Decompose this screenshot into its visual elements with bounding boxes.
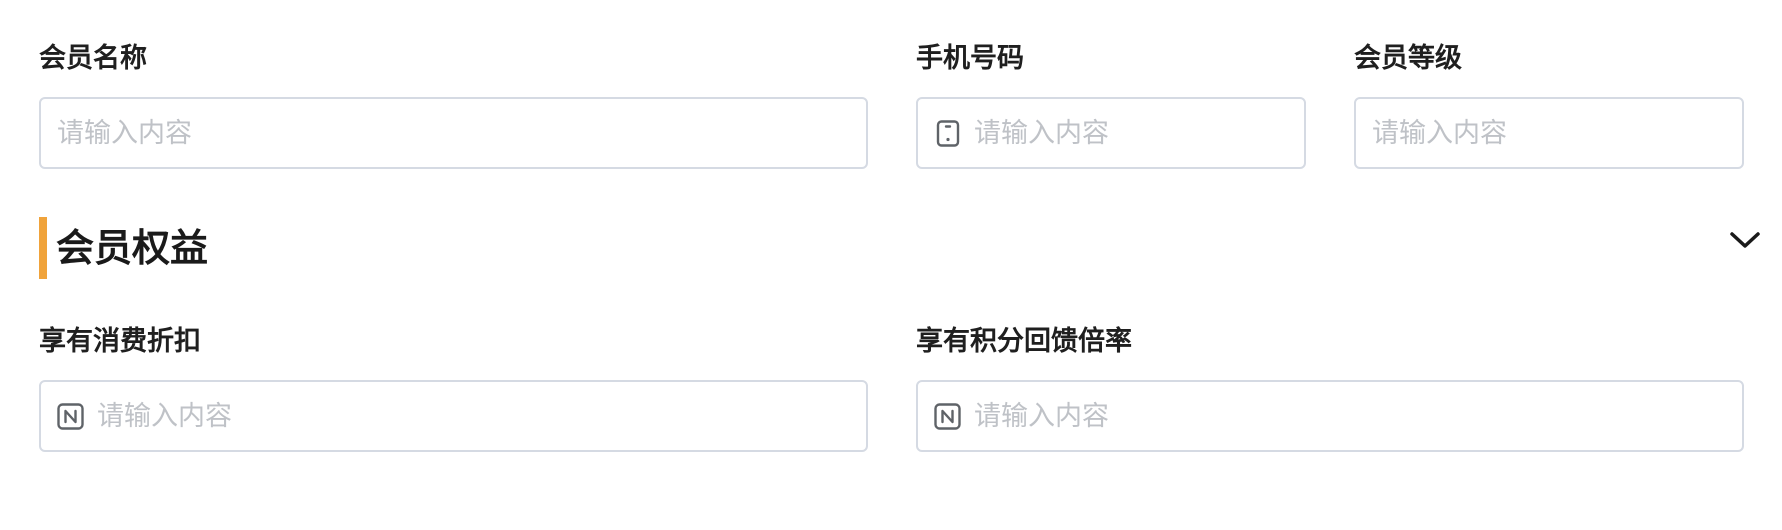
member-level-input[interactable] (1372, 99, 1742, 167)
mobile-phone-icon (934, 119, 961, 147)
points-rate-field[interactable] (916, 380, 1744, 452)
member-name-input[interactable] (57, 99, 866, 167)
phone-number-input[interactable] (974, 99, 1304, 167)
discount-input[interactable] (97, 382, 866, 450)
number-icon (57, 402, 84, 430)
member-name-label: 会员名称 (39, 43, 147, 74)
member-level-label: 会员等级 (1354, 43, 1462, 74)
section-title-member-benefits: 会员权益 (56, 226, 209, 270)
discount-field[interactable] (39, 380, 868, 452)
phone-number-field[interactable] (916, 97, 1306, 169)
discount-label: 享有消费折扣 (39, 326, 201, 357)
phone-number-label: 手机号码 (916, 43, 1024, 74)
member-level-field[interactable] (1354, 97, 1744, 169)
chevron-down-icon[interactable] (1727, 226, 1763, 254)
member-name-field[interactable] (39, 97, 868, 169)
number-icon (934, 402, 961, 430)
points-rate-label: 享有积分回馈倍率 (916, 326, 1132, 357)
points-rate-input[interactable] (974, 382, 1742, 450)
section-accent-bar (39, 217, 47, 279)
